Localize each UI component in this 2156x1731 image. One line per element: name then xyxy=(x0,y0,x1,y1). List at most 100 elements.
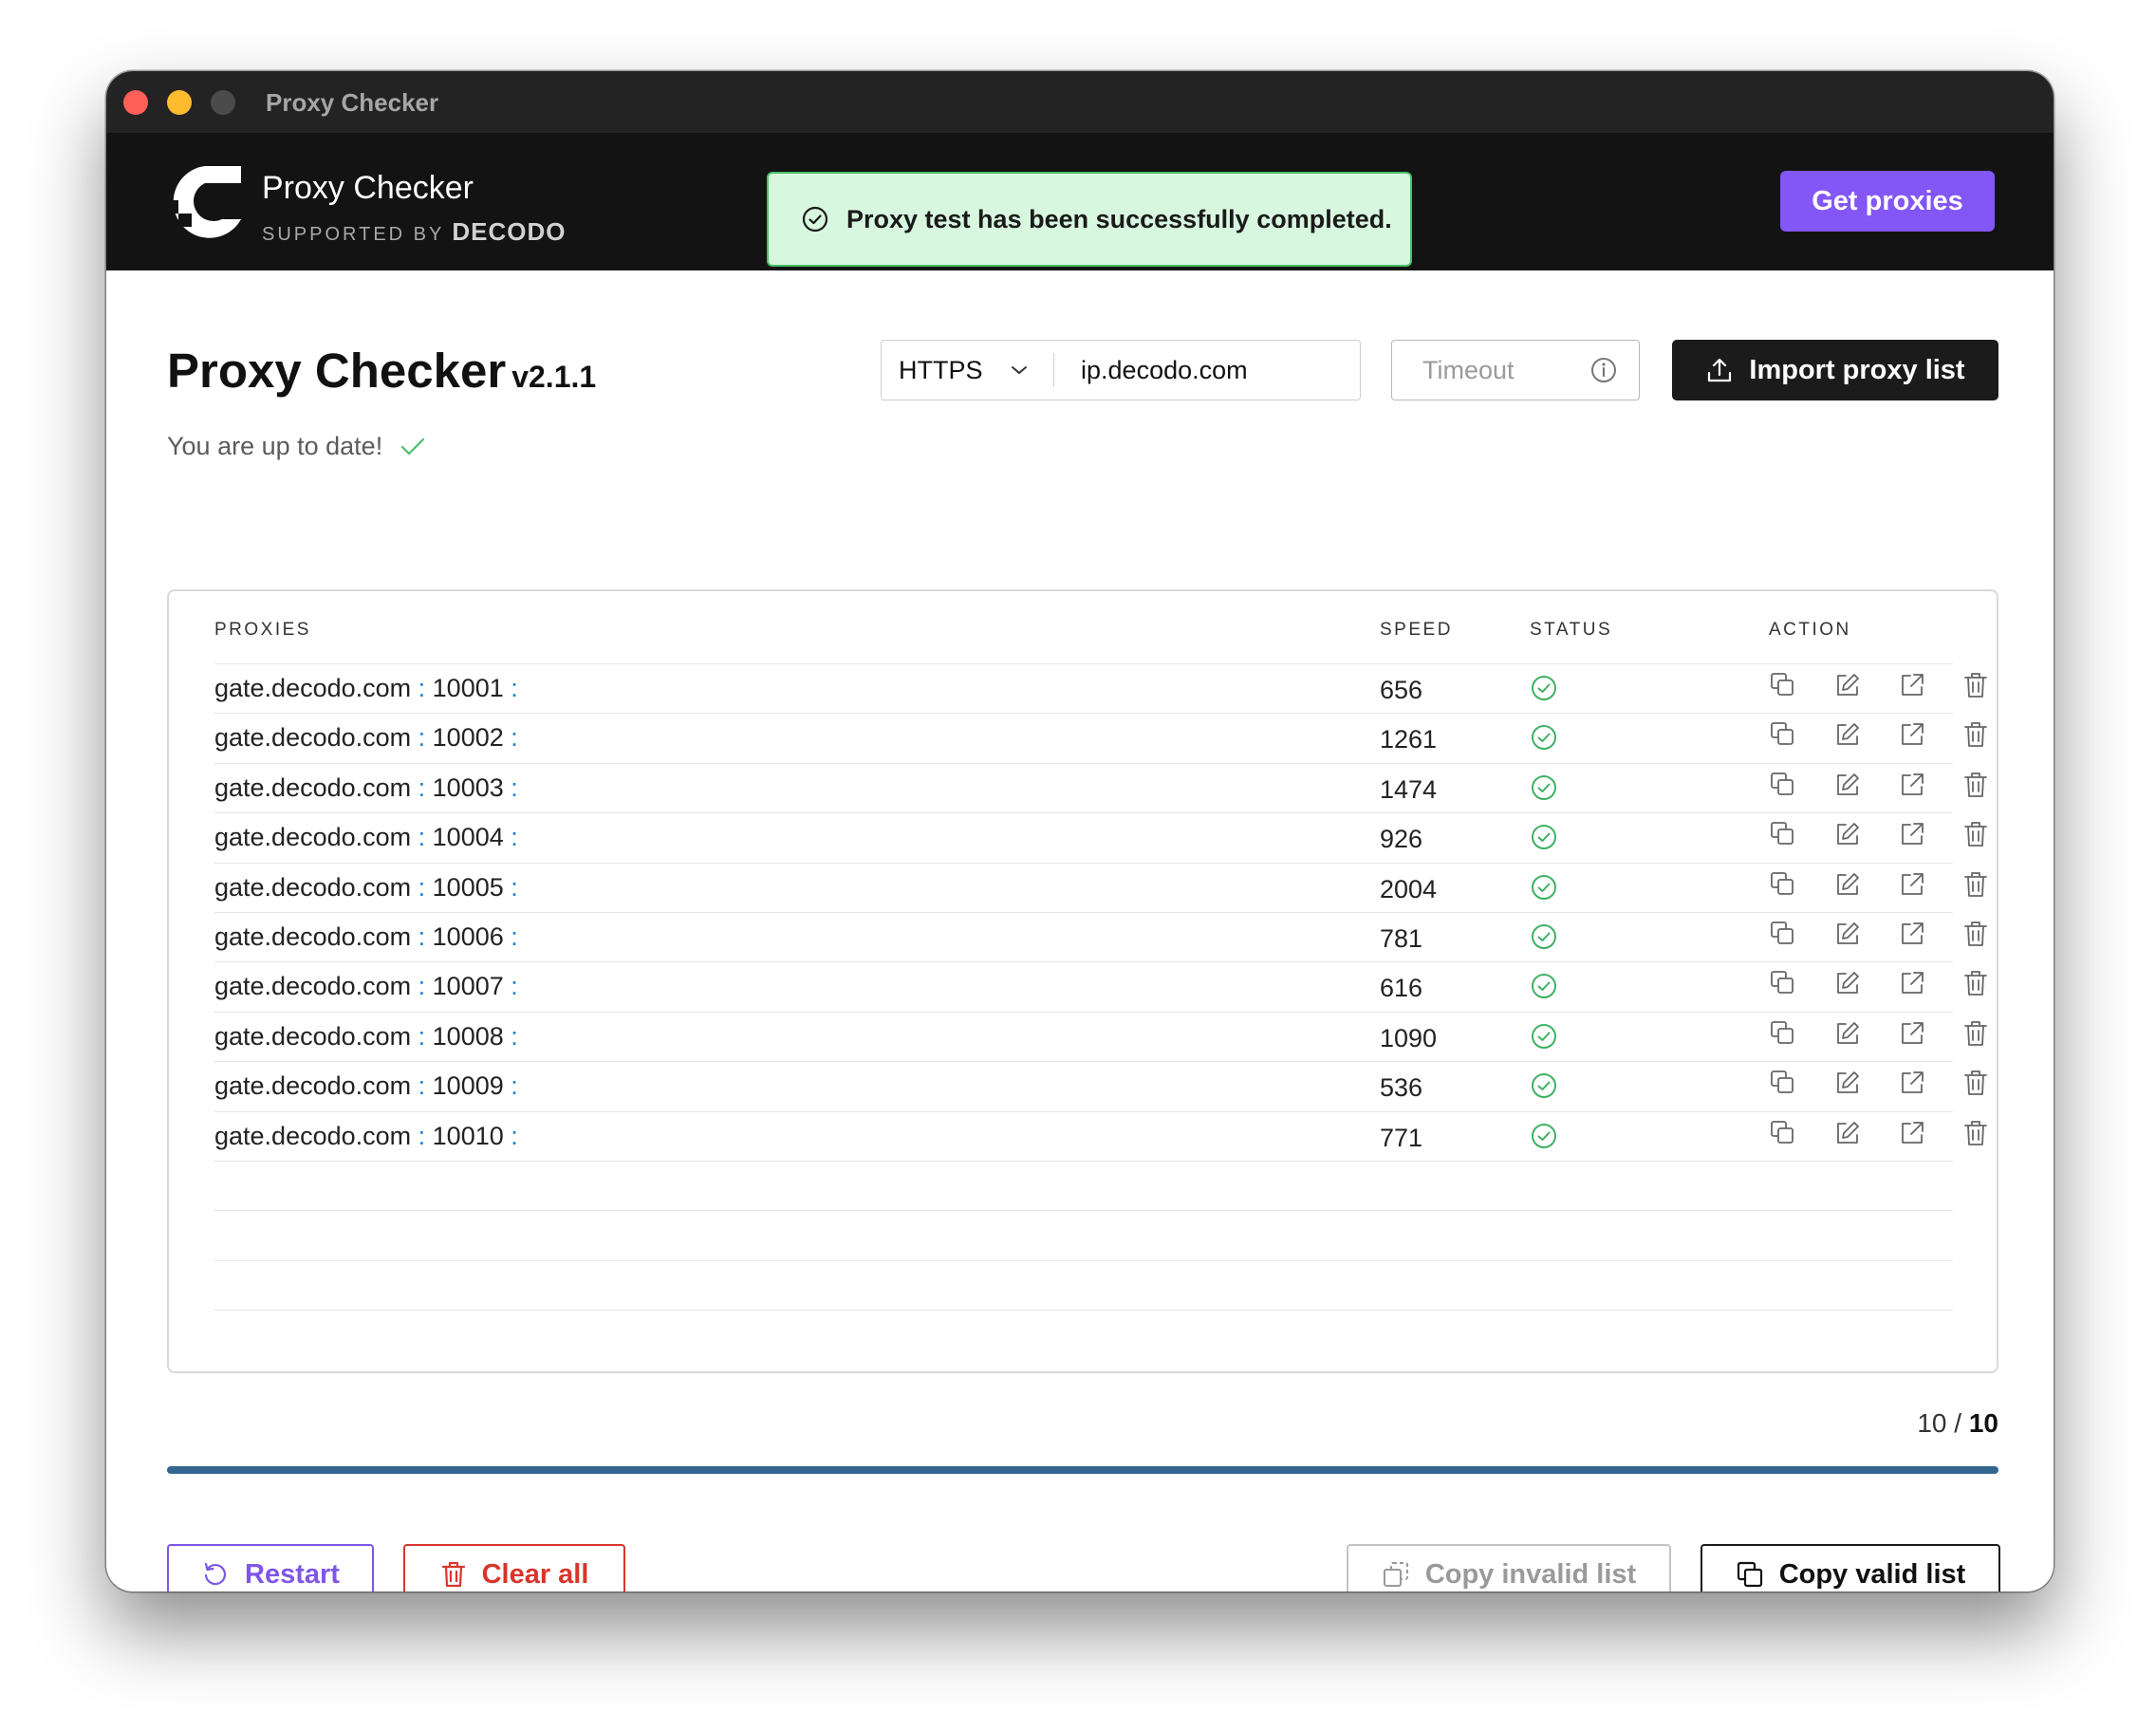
proxy-host: gate.decodo.com xyxy=(214,1021,412,1051)
proxy-host: gate.decodo.com xyxy=(214,772,412,802)
open-external-icon[interactable] xyxy=(1898,920,1926,953)
edit-icon[interactable] xyxy=(1833,1119,1862,1152)
app-header: Proxy Checker SUPPORTED BY DECODO Proxy t… xyxy=(106,134,2054,270)
proxy-port: 10002 xyxy=(432,723,504,753)
minimize-window-button[interactable] xyxy=(167,90,192,115)
proxy-host: gate.decodo.com xyxy=(214,723,412,753)
copy-icon[interactable] xyxy=(1769,820,1797,853)
empty-row xyxy=(214,1310,1953,1359)
proxy-host: gate.decodo.com xyxy=(214,823,412,852)
edit-icon[interactable] xyxy=(1833,671,1862,704)
copy-icon[interactable] xyxy=(1769,671,1797,704)
restart-button[interactable]: Restart xyxy=(167,1544,374,1591)
table-row: gate.decodo.com : 10010 : 771 xyxy=(214,1110,1987,1161)
open-external-icon[interactable] xyxy=(1898,720,1926,754)
proxy-speed: 771 xyxy=(1380,1123,1423,1152)
table-row: gate.decodo.com : 10004 : 926 xyxy=(214,812,1987,862)
update-status: You are up to date! xyxy=(167,432,426,461)
table-body: gate.decodo.com : 10001 :656 gate.decodo.… xyxy=(214,663,1987,1359)
trash-icon[interactable] xyxy=(1962,1119,1989,1152)
copy-icon[interactable] xyxy=(1769,720,1797,754)
trash-icon[interactable] xyxy=(1962,920,1989,953)
separator-colon: : xyxy=(503,674,518,702)
empty-row xyxy=(214,1210,1953,1259)
copy-icon[interactable] xyxy=(1769,920,1797,953)
edit-icon[interactable] xyxy=(1833,720,1862,754)
copy-valid-list-button[interactable]: Copy valid list xyxy=(1701,1544,2000,1591)
trash-icon[interactable] xyxy=(1962,1019,1989,1052)
proxy-address: gate.decodo.com : 10003 : xyxy=(214,773,518,803)
edit-icon[interactable] xyxy=(1833,870,1862,903)
open-external-icon[interactable] xyxy=(1898,771,1926,804)
row-actions xyxy=(1769,720,1989,754)
status-valid-icon xyxy=(1530,823,1558,856)
copy-valid-label: Copy valid list xyxy=(1778,1558,1966,1590)
trash-icon[interactable] xyxy=(1962,771,1989,804)
edit-icon[interactable] xyxy=(1833,1069,1862,1102)
separator-colon: : xyxy=(411,1071,433,1101)
edit-icon[interactable] xyxy=(1833,1019,1862,1052)
trash-icon[interactable] xyxy=(1962,720,1989,754)
copy-icon[interactable] xyxy=(1769,771,1797,804)
target-url-input[interactable]: ip.decodo.com xyxy=(1081,356,1248,385)
edit-icon[interactable] xyxy=(1833,771,1862,804)
edit-icon[interactable] xyxy=(1833,820,1862,853)
proxy-port: 10007 xyxy=(432,972,504,1001)
target-selector: HTTPS ip.decodo.com xyxy=(881,340,1361,400)
clear-all-button[interactable]: Clear all xyxy=(403,1544,625,1591)
status-valid-icon xyxy=(1530,674,1558,707)
version-label: v2.1.1 xyxy=(511,360,597,394)
protocol-select[interactable]: HTTPS xyxy=(899,356,983,385)
update-status-text: You are up to date! xyxy=(167,432,383,460)
proxy-address: gate.decodo.com : 10004 : xyxy=(214,823,518,852)
trash-icon[interactable] xyxy=(1962,870,1989,903)
open-external-icon[interactable] xyxy=(1898,671,1926,704)
open-external-icon[interactable] xyxy=(1898,820,1926,853)
separator-colon: : xyxy=(411,872,433,902)
copy-icon[interactable] xyxy=(1769,1069,1797,1102)
upload-icon xyxy=(1708,358,1732,382)
copy-dashed-icon xyxy=(1383,1562,1408,1587)
edit-icon[interactable] xyxy=(1833,969,1862,1002)
table-row: gate.decodo.com : 10002 : 1261 xyxy=(214,713,1987,762)
header-status: STATUS xyxy=(1530,620,1613,640)
status-valid-icon xyxy=(1530,972,1558,1005)
copy-icon[interactable] xyxy=(1769,969,1797,1002)
open-external-icon[interactable] xyxy=(1898,1069,1926,1102)
row-actions xyxy=(1769,820,1989,853)
copy-invalid-list-button[interactable]: Copy invalid list xyxy=(1347,1544,1671,1591)
close-window-button[interactable] xyxy=(123,90,148,115)
separator-colon: : xyxy=(411,972,433,1001)
status-valid-icon xyxy=(1530,873,1558,906)
trash-icon[interactable] xyxy=(1962,671,1989,704)
open-external-icon[interactable] xyxy=(1898,1119,1926,1152)
open-external-icon[interactable] xyxy=(1898,870,1926,903)
edit-icon[interactable] xyxy=(1833,920,1862,953)
chevron-down-icon[interactable] xyxy=(1010,364,1029,376)
app-window: Proxy Checker Proxy Checker SUPPORTED BY… xyxy=(106,71,2054,1591)
progress-separator: / xyxy=(1954,1408,1962,1438)
copy-icon[interactable] xyxy=(1769,1119,1797,1152)
row-actions xyxy=(1769,771,1989,804)
separator-colon: : xyxy=(411,1021,433,1051)
trash-icon[interactable] xyxy=(1962,1069,1989,1102)
table-row: gate.decodo.com : 10007 : 616 xyxy=(214,961,1987,1011)
window-title: Proxy Checker xyxy=(266,88,439,117)
partner-name: DECODO xyxy=(452,217,567,246)
status-valid-icon xyxy=(1530,723,1558,756)
copy-icon[interactable] xyxy=(1769,1019,1797,1052)
info-icon[interactable] xyxy=(1589,356,1618,384)
open-external-icon[interactable] xyxy=(1898,969,1926,1002)
import-proxy-list-button[interactable]: Import proxy list xyxy=(1672,340,1998,400)
separator-colon: : xyxy=(411,772,433,802)
trash-icon[interactable] xyxy=(1962,820,1989,853)
open-external-icon[interactable] xyxy=(1898,1019,1926,1052)
get-proxies-button[interactable]: Get proxies xyxy=(1780,171,1995,232)
trash-icon[interactable] xyxy=(1962,969,1989,1002)
separator-colon: : xyxy=(503,1121,518,1150)
timeout-input[interactable]: Timeout xyxy=(1391,340,1640,400)
proxy-host: gate.decodo.com xyxy=(214,1071,412,1101)
separator-colon: : xyxy=(503,772,518,802)
copy-icon[interactable] xyxy=(1769,870,1797,903)
maximize-window-button[interactable] xyxy=(211,90,235,115)
